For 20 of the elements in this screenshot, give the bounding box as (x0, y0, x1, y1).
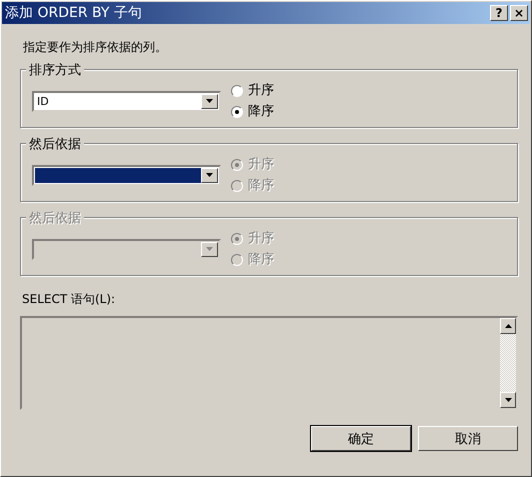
dropdown[interactable] (32, 164, 221, 186)
dropdown[interactable]: ID (32, 90, 221, 112)
caret-icon[interactable] (201, 168, 218, 182)
help-button[interactable]: ? (490, 5, 508, 21)
dropdown-value: ID (37, 94, 49, 108)
window-title: 添加 ORDER BY 子句 (5, 4, 142, 22)
group-label: 然后依据 (26, 135, 84, 153)
group-label: 排序方式 (26, 61, 84, 79)
scrollbar[interactable] (500, 318, 516, 408)
group-label: 然后依据 (26, 209, 84, 227)
close-button[interactable]: × (510, 5, 528, 21)
scroll-up-icon[interactable] (504, 324, 512, 328)
instruction-text: 指定要作为排序依据的列。 (23, 39, 168, 56)
radio-option[interactable]: 升序 (231, 83, 274, 98)
radio-option[interactable]: 降序 (231, 104, 274, 119)
scroll-down-icon[interactable] (504, 398, 512, 402)
cancel-button[interactable]: 取消 (418, 426, 518, 451)
caret-icon[interactable] (201, 94, 218, 108)
select-label: SELECT 语句(L): (22, 291, 116, 308)
ok-button[interactable]: 确定 (311, 426, 411, 451)
